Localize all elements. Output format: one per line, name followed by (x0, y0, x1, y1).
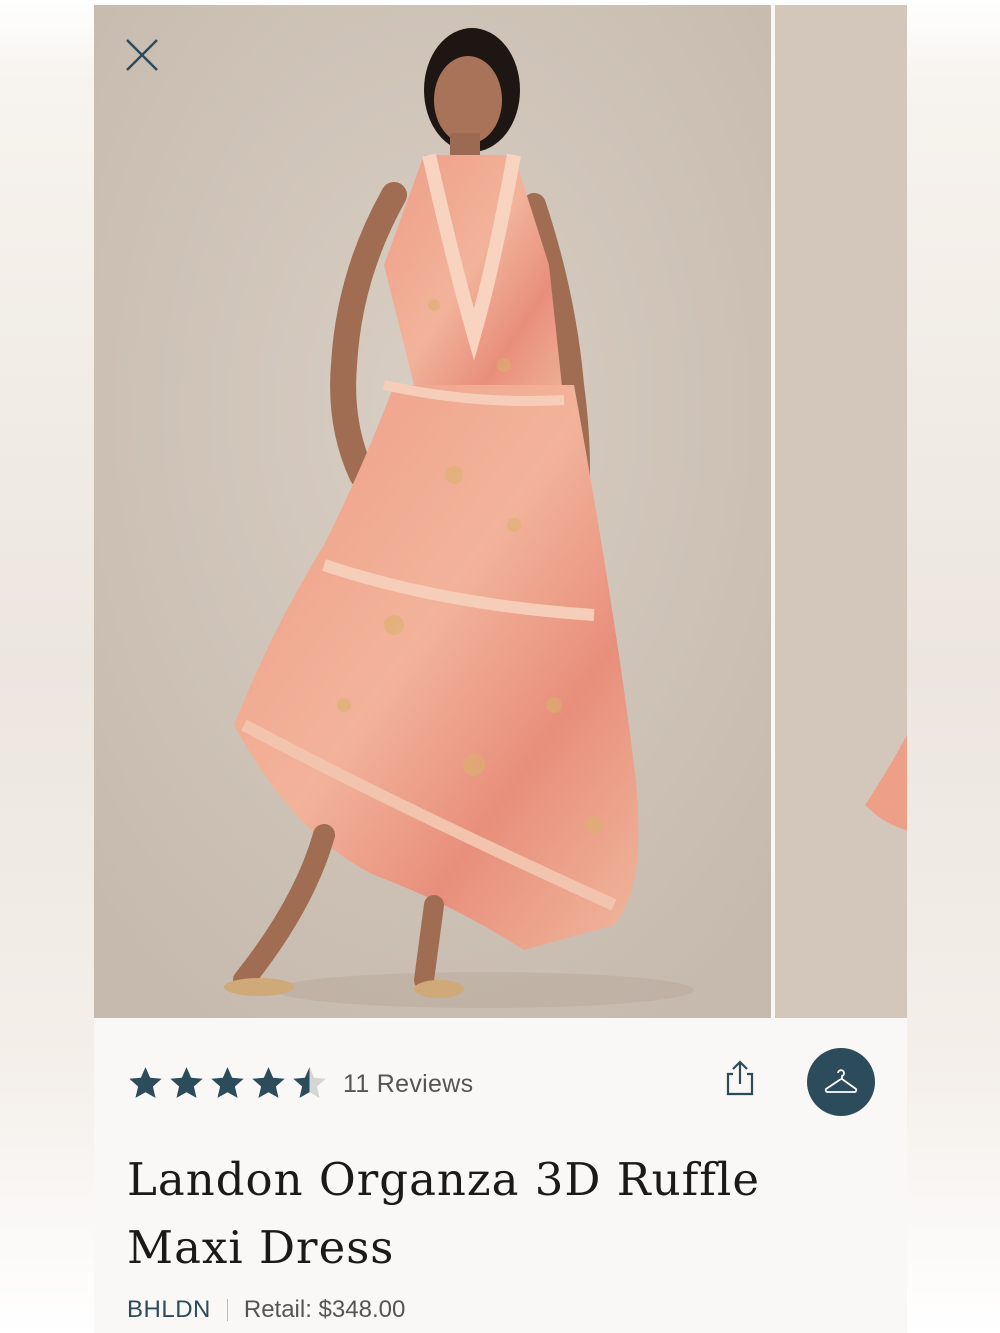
star-full-icon (170, 1067, 203, 1098)
save-to-closet-button[interactable] (807, 1048, 875, 1116)
hanger-icon (824, 1069, 858, 1093)
product-card: 11 Reviews Landon Organza 3D Ruffle Maxi… (94, 5, 907, 1333)
model-photo (94, 5, 771, 1018)
share-icon (726, 1060, 754, 1096)
product-photo-next[interactable] (775, 5, 907, 1018)
product-meta: BHLDN Retail: $348.00 (127, 1296, 405, 1324)
star-half-icon (293, 1067, 326, 1098)
retail-price: Retail: $348.00 (243, 1296, 406, 1323)
star-full-icon (211, 1067, 244, 1098)
close-button[interactable] (122, 35, 162, 75)
image-gallery[interactable] (94, 5, 907, 1018)
divider (226, 1299, 228, 1321)
product-title: Landon Organza 3D Ruffle Maxi Dress (127, 1153, 760, 1274)
star-full-icon (129, 1067, 162, 1098)
brand-link[interactable]: BHLDN (127, 1296, 211, 1324)
close-icon (126, 39, 158, 71)
product-photo-main[interactable] (94, 5, 771, 1018)
star-full-icon (252, 1067, 285, 1098)
star-rating[interactable] (127, 1064, 328, 1101)
reviews-link[interactable]: 11 Reviews (343, 1070, 473, 1099)
next-photo-preview (775, 5, 907, 1018)
share-button[interactable] (720, 1058, 760, 1098)
product-info: 11 Reviews Landon Organza 3D Ruffle Maxi… (94, 1018, 907, 1333)
